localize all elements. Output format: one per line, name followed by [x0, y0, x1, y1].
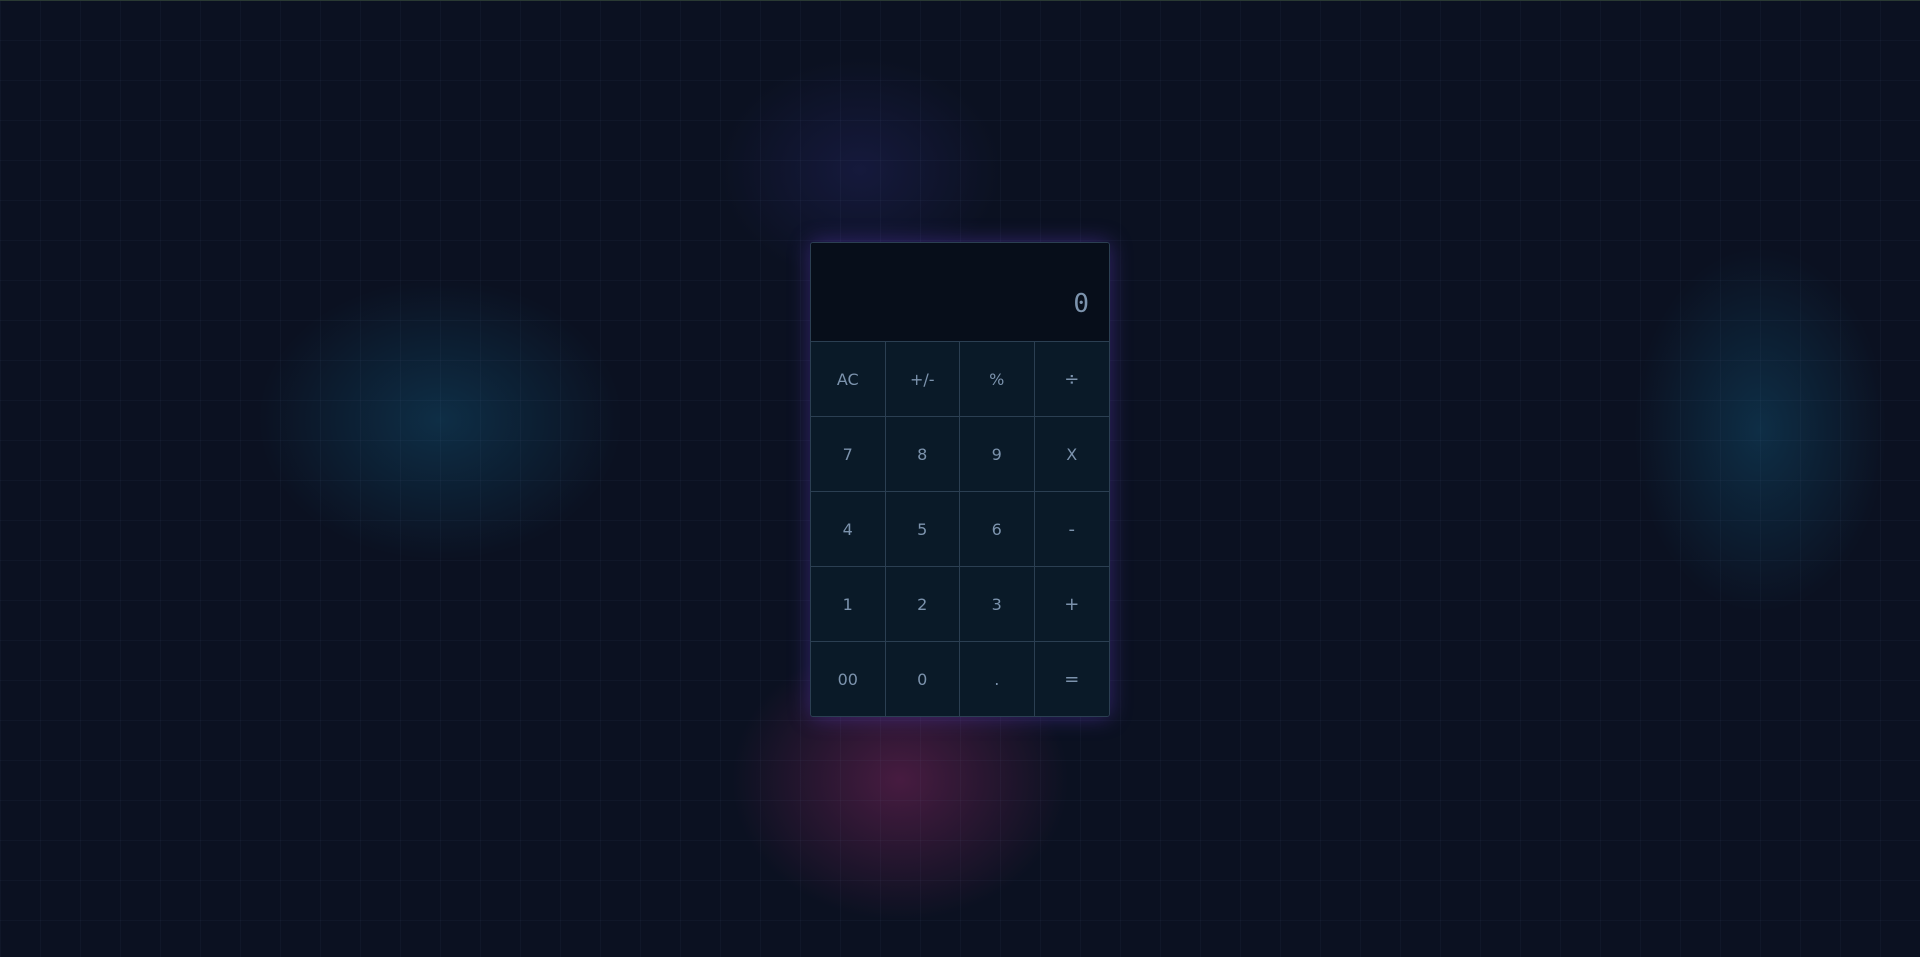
- digit-1-button[interactable]: 1: [811, 567, 886, 642]
- digit-3-button[interactable]: 3: [960, 567, 1035, 642]
- digit-5-button[interactable]: 5: [885, 492, 960, 567]
- multiply-button[interactable]: X: [1034, 417, 1109, 492]
- add-button[interactable]: +: [1034, 567, 1109, 642]
- display-value: 0: [1073, 289, 1089, 319]
- divide-button[interactable]: ÷: [1034, 342, 1109, 417]
- calculator-display: 0: [811, 243, 1109, 342]
- digit-7-button[interactable]: 7: [811, 417, 886, 492]
- decimal-button[interactable]: .: [960, 642, 1035, 716]
- digit-4-button[interactable]: 4: [811, 492, 886, 567]
- digit-9-button[interactable]: 9: [960, 417, 1035, 492]
- digit-2-button[interactable]: 2: [885, 567, 960, 642]
- percent-button[interactable]: %: [960, 342, 1035, 417]
- equals-button[interactable]: =: [1034, 642, 1109, 716]
- subtract-button[interactable]: -: [1034, 492, 1109, 567]
- all-clear-button[interactable]: AC: [811, 342, 886, 417]
- double-zero-button[interactable]: 00: [811, 642, 886, 716]
- keypad: AC +/- % ÷ 7 8 9 X 4 5 6 - 1 2 3 + 00 0 …: [811, 342, 1109, 716]
- toggle-sign-button[interactable]: +/-: [885, 342, 960, 417]
- digit-8-button[interactable]: 8: [885, 417, 960, 492]
- calculator: 0 AC +/- % ÷ 7 8 9 X 4 5 6 - 1 2 3 + 00 …: [810, 242, 1110, 717]
- top-border: [0, 0, 1920, 1]
- digit-6-button[interactable]: 6: [960, 492, 1035, 567]
- digit-0-button[interactable]: 0: [885, 642, 960, 716]
